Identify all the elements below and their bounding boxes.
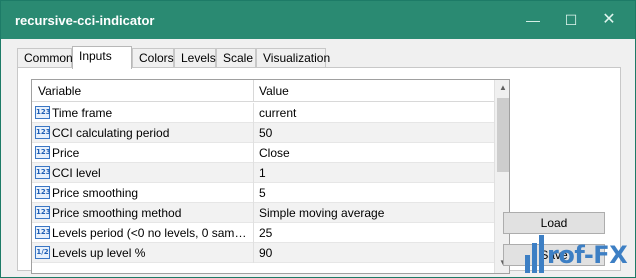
tab-inputs[interactable]: Inputs — [72, 46, 132, 69]
scroll-thumb[interactable] — [497, 98, 509, 172]
row-variable: Levels period (<0 no levels, 0 same as..… — [52, 226, 250, 240]
grid-header: Variable Value — [32, 80, 494, 102]
header-divider[interactable] — [253, 80, 254, 102]
tab-levels[interactable]: Levels — [174, 48, 216, 68]
table-row[interactable]: 123 Price smoothing 5 — [32, 183, 494, 203]
dialog-window: recursive-cci-indicator — ☐ ✕ Common Inp… — [0, 0, 636, 278]
row-value[interactable]: Close — [259, 146, 290, 160]
row-value[interactable]: 5 — [259, 186, 266, 200]
title-bar[interactable]: recursive-cci-indicator — ☐ ✕ — [1, 1, 635, 39]
row-value[interactable]: 1 — [259, 166, 266, 180]
watermark-text: rof-FX — [547, 241, 628, 269]
tab-common[interactable]: Common — [17, 48, 73, 68]
window-title: recursive-cci-indicator — [15, 13, 155, 28]
row-variable: Time frame — [52, 106, 113, 120]
minimize-icon[interactable]: — — [519, 9, 547, 31]
header-value[interactable]: Value — [259, 84, 289, 98]
integer-param-icon: 123 — [35, 146, 51, 159]
tab-visualization[interactable]: Visualization — [256, 48, 330, 68]
table-row[interactable]: 1/2 Levels up level % 90 — [32, 243, 494, 263]
maximize-icon[interactable]: ☐ — [557, 9, 585, 31]
close-icon[interactable]: ✕ — [595, 9, 623, 31]
row-variable: CCI calculating period — [52, 126, 170, 140]
bar-chart-logo-icon — [525, 235, 545, 273]
row-variable: Levels up level % — [52, 246, 146, 260]
inputs-grid: Variable Value 123 Time frame current 12… — [31, 79, 510, 274]
double-param-icon: 1/2 — [35, 246, 50, 259]
row-value[interactable]: current — [259, 106, 296, 120]
row-value[interactable]: Simple moving average — [259, 206, 384, 220]
row-variable: CCI level — [52, 166, 101, 180]
table-row[interactable]: 123 Levels period (<0 no levels, 0 same … — [32, 223, 494, 243]
integer-param-icon: 123 — [35, 126, 51, 139]
table-row[interactable]: 123 CCI calculating period 50 — [32, 123, 494, 143]
row-value[interactable]: 90 — [259, 246, 272, 260]
row-variable: Price smoothing method — [52, 206, 182, 220]
table-row[interactable]: 123 Time frame current — [32, 103, 494, 123]
table-row[interactable]: 123 Price smoothing method Simple moving… — [32, 203, 494, 223]
row-value[interactable]: 25 — [259, 226, 272, 240]
scroll-up-icon[interactable]: ▲ — [495, 80, 509, 96]
load-button[interactable]: Load — [503, 212, 605, 234]
integer-param-icon: 123 — [35, 106, 51, 119]
integer-param-icon: 123 — [35, 206, 51, 219]
header-variable[interactable]: Variable — [38, 84, 81, 98]
integer-param-icon: 123 — [35, 166, 51, 179]
watermark-logo: rof-FX — [525, 233, 635, 275]
row-variable: Price — [52, 146, 80, 160]
integer-param-icon: 123 — [35, 226, 51, 239]
table-row[interactable]: 123 Price Close — [32, 143, 494, 163]
grid-rows: 123 Time frame current 123 CCI calculati… — [32, 103, 494, 263]
tab-scale[interactable]: Scale — [216, 48, 256, 68]
integer-param-icon: 123 — [35, 186, 51, 199]
tab-colors[interactable]: Colors — [132, 48, 174, 68]
table-row[interactable]: 123 CCI level 1 — [32, 163, 494, 183]
row-value[interactable]: 50 — [259, 126, 272, 140]
row-variable: Price smoothing — [52, 186, 139, 200]
